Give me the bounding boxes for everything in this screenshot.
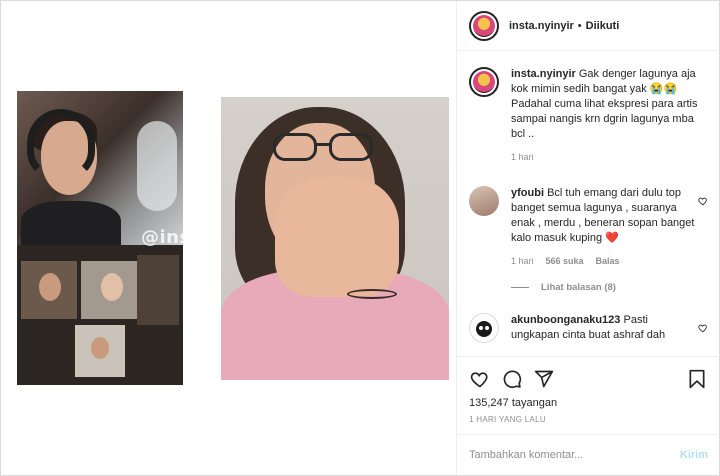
comment-username[interactable]: yfoubi [511, 187, 544, 199]
avatar[interactable] [469, 313, 499, 343]
header-username[interactable]: insta.nyinyir [509, 20, 574, 32]
microphone-shape [137, 121, 177, 211]
comment-like-heart-icon[interactable] [698, 323, 708, 333]
reply-button[interactable]: Balas [596, 256, 620, 266]
following-button[interactable]: Diikuti [586, 20, 620, 32]
post-media[interactable]: @insta.nyinyir [1, 1, 456, 475]
add-comment-bar: Kirim [457, 434, 720, 475]
avatar[interactable] [469, 67, 499, 97]
caption-username[interactable]: insta.nyinyir [511, 68, 576, 80]
video-tile [21, 261, 77, 319]
share-icon[interactable] [533, 368, 555, 390]
comment-input[interactable] [469, 449, 680, 461]
glasses-shape [273, 133, 377, 163]
post-comment-button[interactable]: Kirim [680, 449, 708, 461]
comment-time[interactable]: 1 hari [511, 256, 534, 266]
headphones-shape [27, 109, 95, 179]
video-tile [75, 325, 125, 377]
action-icons [469, 367, 708, 391]
bracelet-shape [347, 289, 397, 299]
comment-icon[interactable] [501, 368, 523, 390]
bookmark-icon[interactable] [686, 368, 708, 390]
post-container: @insta.nyinyir insta.nyinyir • Diikuti i… [0, 0, 720, 476]
post-header: insta.nyinyir • Diikuti [457, 1, 720, 51]
avatar[interactable] [469, 10, 499, 41]
comment-item: yfoubi Bcl tuh emang dari dulu top bange… [469, 186, 708, 266]
comment-item: akunboonganaku123 Pasti ungkapan cinta b… [469, 313, 708, 343]
header-separator: • [577, 19, 582, 32]
shelf-shape [137, 255, 179, 325]
comment-username[interactable]: akunboonganaku123 [511, 314, 620, 326]
avatar[interactable] [469, 186, 499, 216]
view-count[interactable]: 135,247 tayangan [469, 397, 708, 409]
caption: insta.nyinyir Gak denger lagunya aja kok… [469, 67, 708, 162]
caption-time[interactable]: 1 hari [511, 152, 534, 162]
hands-shape [275, 177, 399, 297]
comment-likes[interactable]: 566 suka [546, 256, 584, 266]
photo-woman-covering-mouth [221, 97, 449, 380]
replies-divider [511, 287, 529, 288]
photo-video-call [17, 245, 183, 385]
comment-like-heart-icon[interactable] [698, 196, 708, 206]
avatar-cat-icon [476, 321, 492, 337]
view-replies-button[interactable]: Lihat balasan (8) [511, 282, 708, 293]
heart-icon[interactable] [469, 368, 491, 390]
post-timestamp[interactable]: 1 HARI YANG LALU [469, 415, 708, 424]
post-sidebar: insta.nyinyir • Diikuti insta.nyinyir Ga… [456, 1, 720, 475]
comments-list[interactable]: insta.nyinyir Gak denger lagunya aja kok… [457, 51, 720, 356]
video-tile [81, 261, 141, 319]
photo-singer-recording [17, 91, 183, 251]
post-actions: 135,247 tayangan 1 HARI YANG LALU [457, 356, 720, 434]
shoulder-shape [21, 201, 121, 251]
view-replies-label: Lihat balasan (8) [541, 282, 616, 293]
